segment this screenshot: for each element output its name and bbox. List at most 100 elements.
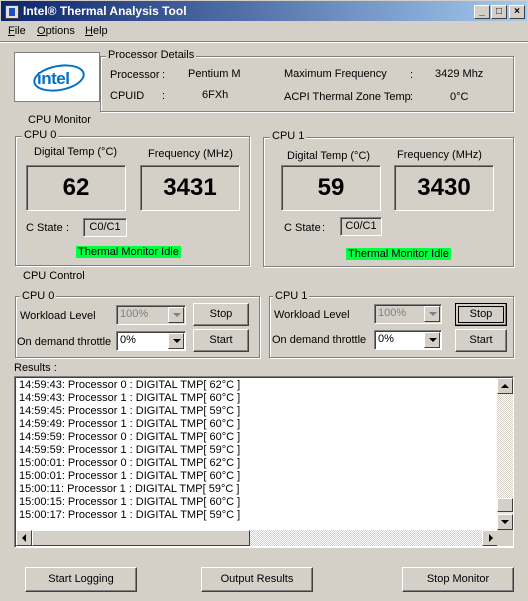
cpu0-temp-value: 62: [62, 174, 90, 201]
cpu1-throttle-label: On demand throttle: [272, 334, 367, 346]
cpu0-stop-button[interactable]: Stop: [193, 303, 249, 326]
menu-help-label: elp: [92, 25, 108, 37]
list-item: 14:59:49: Processor 1 : DIGITAL TMP[ 60°…: [19, 418, 241, 430]
output-results-button[interactable]: Output Results: [201, 567, 313, 592]
menu-options-label: ptions: [45, 25, 75, 37]
list-item: 15:00:17: Processor 1 : DIGITAL TMP[ 59°…: [19, 509, 241, 521]
minimize-button[interactable]: _: [474, 5, 490, 19]
scrollbar-corner: [497, 530, 513, 546]
processor-label: Processor: [110, 69, 160, 81]
cpuid-value: 6FXh: [202, 89, 229, 101]
chevron-down-icon[interactable]: [168, 307, 184, 323]
acpi-temp-value: 0°C: [450, 91, 469, 103]
list-item: 14:59:43: Processor 0 : DIGITAL TMP[ 62°…: [19, 379, 241, 391]
acpi-temp-colon: :: [410, 91, 414, 103]
processor-colon: :: [162, 69, 166, 81]
cpu0-workload-value: 100%: [120, 308, 149, 320]
max-frequency-colon: :: [410, 69, 414, 81]
cpu0-freq-display: 3431: [140, 165, 240, 211]
list-item: 15:00:15: Processor 1 : DIGITAL TMP[ 60°…: [19, 496, 241, 508]
horizontal-scrollbar[interactable]: [16, 530, 498, 546]
cpu1-freq-label: Frequency (MHz): [397, 149, 482, 161]
cpuid-label: CPUID: [110, 90, 145, 102]
title-bar[interactable]: Intel® Thermal Analysis Tool _ □ ×: [0, 0, 528, 22]
processor-details-label: Processor Details: [106, 49, 197, 61]
menu-file[interactable]: File: [8, 25, 26, 37]
vertical-scrollbar[interactable]: [497, 378, 513, 530]
list-item: 15:00:01: Processor 1 : DIGITAL TMP[ 60°…: [19, 470, 241, 482]
results-label: Results :: [14, 362, 57, 374]
intel-logo-text: intel: [37, 69, 70, 88]
cpu1-monitor-label: CPU 1: [270, 130, 307, 142]
cpu1-control-label: CPU 1: [273, 290, 310, 302]
cpu0-throttle-label: On demand throttle: [17, 336, 112, 348]
vertical-scroll-thumb[interactable]: [497, 498, 513, 512]
cpu0-workload-label: Workload Level: [20, 310, 96, 322]
max-frequency-label: Maximum Frequency: [284, 68, 387, 80]
cpu1-status-badge: Thermal Monitor Idle: [346, 248, 451, 260]
list-item: 14:59:59: Processor 0 : DIGITAL TMP[ 60°…: [19, 431, 241, 443]
list-item: 15:00:11: Processor 1 : DIGITAL TMP[ 59°…: [19, 483, 240, 495]
cpu1-temp-value: 59: [317, 174, 345, 201]
chevron-down-icon[interactable]: [168, 333, 184, 349]
start-logging-button[interactable]: Start Logging: [25, 567, 137, 592]
cpu0-temp-display: 62: [26, 165, 126, 211]
cpu1-workload-value: 100%: [378, 307, 407, 319]
cpuid-colon: :: [162, 90, 166, 102]
menu-help-accel: H: [85, 25, 93, 37]
close-button[interactable]: ×: [509, 5, 525, 19]
menu-options[interactable]: Options: [37, 25, 75, 37]
results-listbox[interactable]: 14:59:43: Processor 0 : DIGITAL TMP[ 62°…: [14, 376, 514, 548]
cpu1-throttle-value: 0%: [378, 333, 394, 345]
list-item: 14:59:43: Processor 1 : DIGITAL TMP[ 60°…: [19, 392, 241, 404]
scroll-right-arrow-icon[interactable]: [482, 530, 498, 546]
stop-monitor-button[interactable]: Stop Monitor: [402, 567, 514, 592]
cpu0-temp-label: Digital Temp (°C): [34, 146, 118, 158]
cpu1-stop-button[interactable]: Stop: [455, 303, 507, 326]
cpu1-freq-value: 3430: [417, 174, 471, 201]
cpu0-monitor-label: CPU 0: [22, 129, 59, 141]
cpu1-temp-display: 59: [281, 165, 381, 211]
chevron-down-icon[interactable]: [424, 332, 440, 348]
cpu1-workload-select[interactable]: 100%: [374, 304, 442, 324]
scroll-up-arrow-icon[interactable]: [497, 378, 513, 394]
processor-details-group: [100, 56, 514, 112]
menu-file-label: ile: [14, 25, 26, 37]
cpu0-cstate-value: C0/C1: [83, 218, 127, 237]
cpu1-temp-label: Digital Temp (°C): [287, 150, 371, 162]
cpu1-start-button[interactable]: Start: [455, 329, 507, 352]
intel-logo: intel: [14, 52, 100, 102]
cpu1-cstate-label: C State: [284, 222, 321, 234]
list-item: 14:59:45: Processor 1 : DIGITAL TMP[ 59°…: [19, 405, 241, 417]
cpu0-throttle-value: 0%: [120, 334, 136, 346]
horizontal-scroll-thumb[interactable]: [32, 530, 250, 546]
cpu0-freq-value: 3431: [163, 174, 217, 201]
cpu0-workload-select[interactable]: 100%: [116, 305, 186, 325]
vertical-scroll-track[interactable]: [497, 394, 513, 512]
menu-divider: [0, 41, 528, 43]
menu-help[interactable]: Help: [85, 25, 108, 37]
results-lines: 14:59:43: Processor 0 : DIGITAL TMP[ 62°…: [19, 379, 240, 522]
chevron-down-icon[interactable]: [424, 306, 440, 322]
scroll-down-arrow-icon[interactable]: [497, 514, 513, 530]
cpu0-control-label: CPU 0: [20, 290, 57, 302]
acpi-temp-label: ACPI Thermal Zone Temp: [284, 91, 411, 103]
cpu0-start-button[interactable]: Start: [193, 329, 249, 352]
maximize-button[interactable]: □: [491, 5, 507, 19]
list-item: 14:59:59: Processor 1 : DIGITAL TMP[ 59°…: [19, 444, 241, 456]
menu-file-accel: F: [8, 25, 15, 37]
max-frequency-value: 3429 Mhz: [435, 68, 484, 80]
cpu0-throttle-select[interactable]: 0%: [116, 331, 186, 351]
cpu1-workload-label: Workload Level: [274, 309, 350, 321]
scroll-left-arrow-icon[interactable]: [16, 530, 32, 546]
cpu0-freq-label: Frequency (MHz): [148, 148, 233, 160]
app-icon[interactable]: [5, 5, 19, 19]
cpu0-cstate-colon: :: [66, 222, 70, 234]
cpu1-cstate-colon: :: [322, 222, 326, 234]
processor-value: Pentium M: [188, 68, 241, 80]
cpu1-throttle-select[interactable]: 0%: [374, 330, 442, 350]
cpu-control-label: CPU Control: [23, 270, 85, 282]
cpu1-cstate-value: C0/C1: [340, 217, 382, 236]
cpu0-status-badge: Thermal Monitor Idle: [76, 246, 181, 258]
list-item: 15:00:01: Processor 0 : DIGITAL TMP[ 62°…: [19, 457, 241, 469]
